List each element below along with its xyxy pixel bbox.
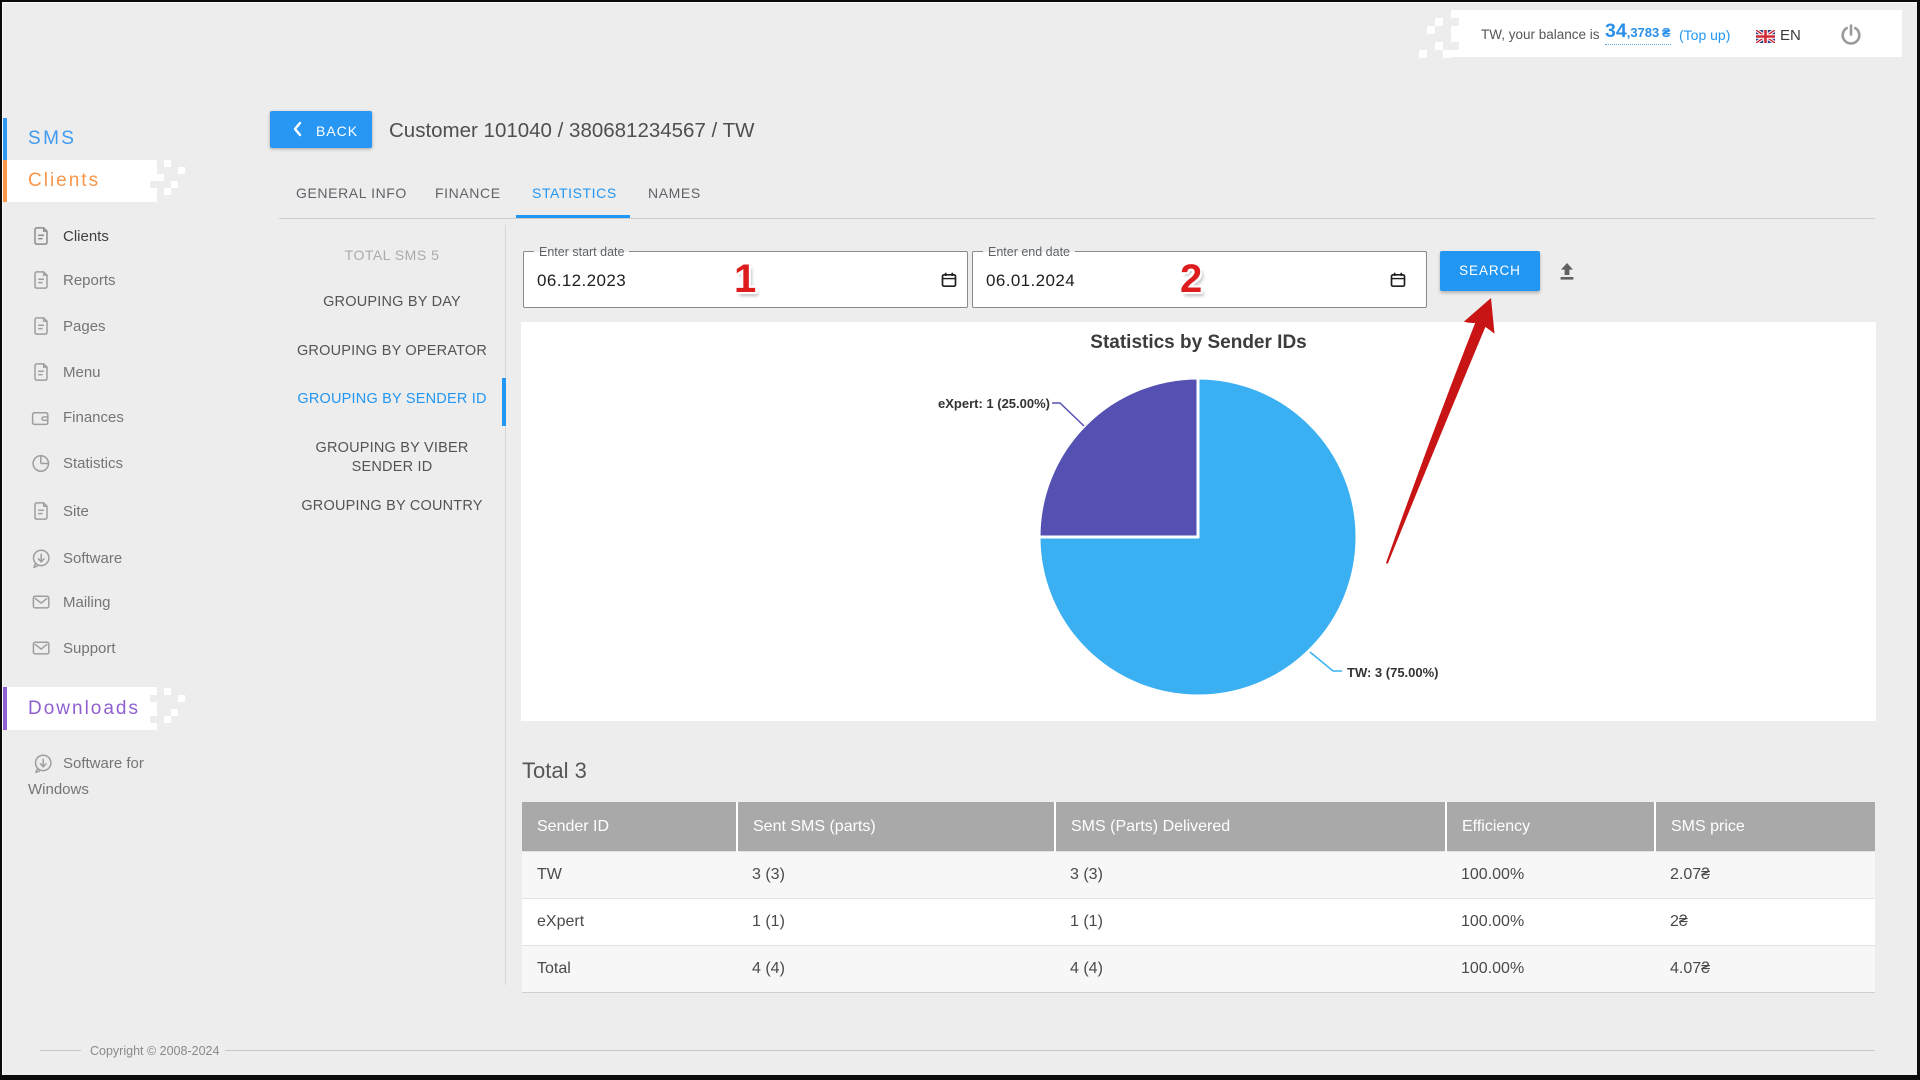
svg-text:TW: 3 (75.00%): TW: 3 (75.00%) [1347,665,1439,680]
svg-text:eXpert: 1 (25.00%): eXpert: 1 (25.00%) [938,396,1050,411]
